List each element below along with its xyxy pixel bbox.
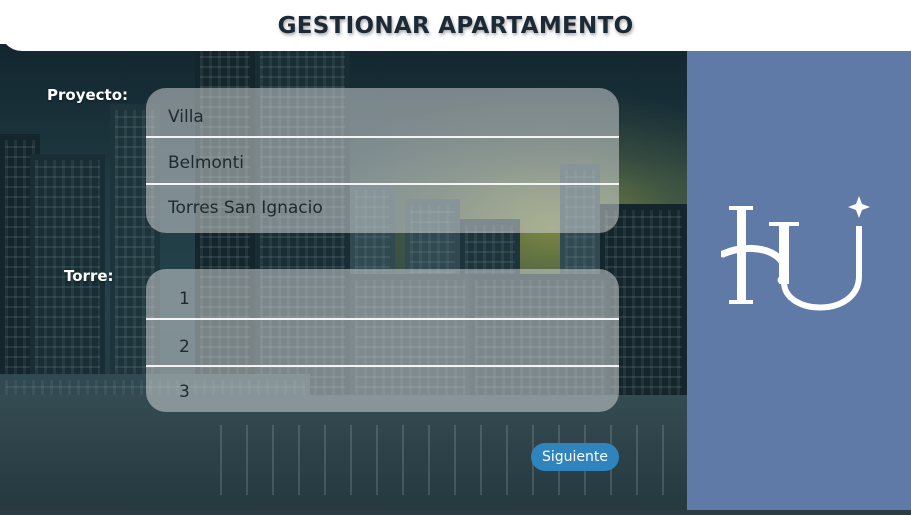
tower-option-3[interactable]: 3 <box>146 382 619 402</box>
project-options-list: Villa Belmonti Torres San Ignacio <box>146 88 619 233</box>
project-separator <box>146 183 619 185</box>
project-option-belmonti[interactable]: Belmonti <box>146 153 619 173</box>
brand-side-panel <box>687 51 911 510</box>
bottom-border <box>0 510 911 515</box>
tower-label: Torre: <box>64 267 114 285</box>
tower-separator <box>146 318 619 320</box>
page-title: GESTIONAR APARTAMENTO <box>277 12 634 39</box>
header-bar: GESTIONAR APARTAMENTO <box>0 0 911 51</box>
project-option-torres-san-ignacio[interactable]: Torres San Ignacio <box>146 198 619 218</box>
hu-logo-icon <box>721 196 870 311</box>
app-frame: GESTIONAR APARTAMENTO Proyecto: Villa Be… <box>0 0 911 515</box>
project-option-villa[interactable]: Villa <box>146 107 619 127</box>
tower-options-list: 1 2 3 <box>146 269 619 412</box>
next-button[interactable]: Siguiente <box>531 443 619 471</box>
tower-option-1[interactable]: 1 <box>146 289 619 309</box>
tower-option-2[interactable]: 2 <box>146 337 619 357</box>
tower-separator <box>146 365 619 367</box>
project-label: Proyecto: <box>47 86 129 104</box>
project-separator <box>146 136 619 138</box>
